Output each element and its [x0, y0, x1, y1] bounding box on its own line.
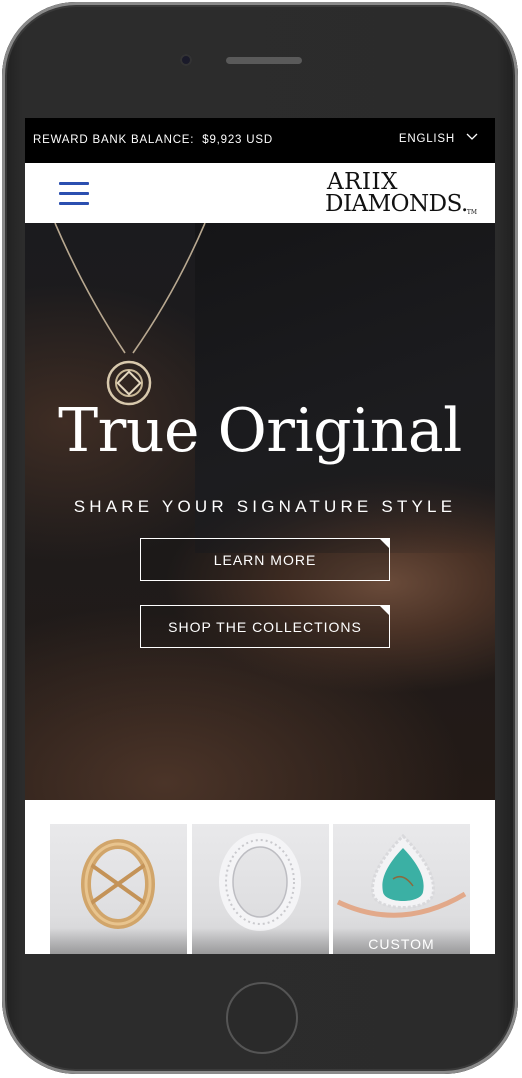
card-shade [192, 928, 329, 954]
learn-more-label: LEARN MORE [213, 551, 317, 568]
top-bar: REWARD BANK BALANCE: $9,923 USD ENGLISH [25, 118, 495, 163]
product-card-custom[interactable]: CUSTOM [333, 824, 470, 954]
hero-banner: True Original SHARE YOUR SIGNATURE STYLE… [25, 223, 495, 800]
hamburger-menu-icon[interactable] [59, 180, 91, 206]
product-card-diamond-band[interactable] [192, 824, 329, 954]
home-button[interactable] [226, 982, 298, 1054]
earpiece-speaker [226, 57, 302, 64]
product-category-row: CUSTOM [25, 800, 495, 954]
site-header: ARIIX DIAMONDS. TM [25, 163, 495, 223]
shop-collections-button[interactable]: SHOP THE COLLECTIONS [140, 605, 390, 648]
brand-logo[interactable]: ARIIX DIAMONDS. TM [325, 169, 477, 217]
hero-title: True Original [58, 396, 462, 466]
language-select[interactable]: ENGLISH [399, 133, 455, 145]
reward-balance-value: $9,923 USD [202, 134, 273, 146]
chevron-down-icon[interactable] [465, 130, 479, 144]
logo-line-2: DIAMONDS. [325, 191, 468, 217]
screen: REWARD BANK BALANCE: $9,923 USD ENGLISH … [25, 118, 495, 954]
reward-balance-label: REWARD BANK BALANCE: [33, 134, 195, 146]
button-corner-accent [379, 538, 390, 549]
product-card-label: CUSTOM [368, 936, 435, 952]
product-card-gold-ring[interactable] [50, 824, 187, 954]
reward-balance: REWARD BANK BALANCE: $9,923 USD [33, 134, 273, 146]
shop-collections-label: SHOP THE COLLECTIONS [168, 618, 362, 635]
hero-subtitle: SHARE YOUR SIGNATURE STYLE [73, 497, 457, 516]
button-corner-accent [379, 605, 390, 616]
logo-trademark: TM [466, 209, 477, 216]
learn-more-button[interactable]: LEARN MORE [140, 538, 390, 581]
card-shade [50, 928, 187, 954]
front-camera [180, 54, 192, 66]
